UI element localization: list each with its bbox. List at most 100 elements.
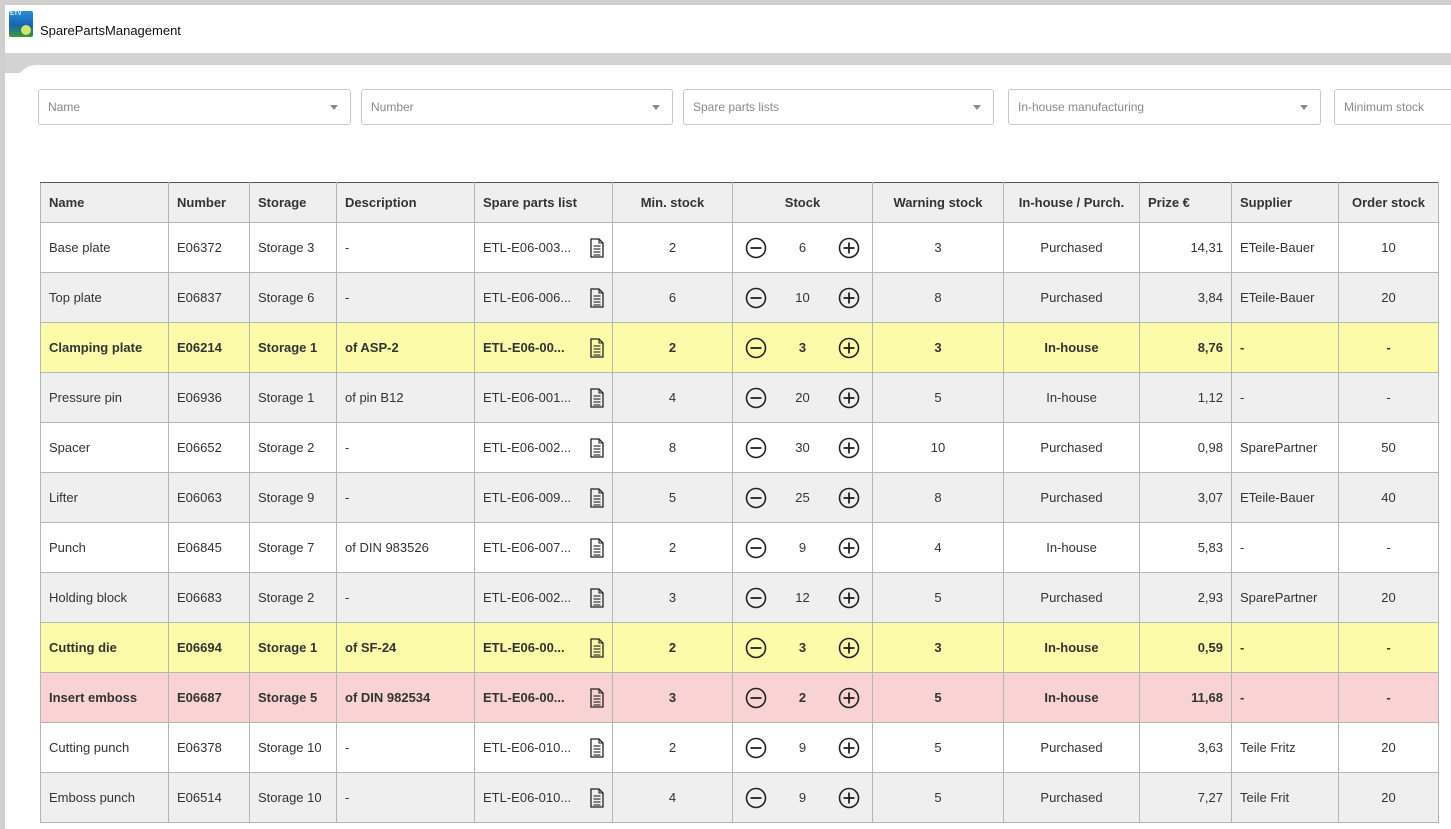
spare-parts-list-value: ETL-E06-007... bbox=[483, 540, 572, 555]
cell-number: E06845 bbox=[168, 522, 250, 573]
table-row[interactable]: Top plate E06837 Storage 6- ETL-E06-006... 6… bbox=[40, 272, 1439, 323]
plus-circle-icon[interactable] bbox=[838, 487, 860, 509]
column-header-number[interactable]: Number bbox=[168, 182, 250, 223]
cell-warning-stock: 3 bbox=[872, 222, 1004, 273]
document-icon[interactable] bbox=[590, 787, 604, 808]
cell-spare-parts-list: ETL-E06-010... bbox=[474, 722, 613, 773]
spare-parts-list-value: ETL-E06-00... bbox=[483, 690, 565, 705]
cell-number: E06378 bbox=[168, 722, 250, 773]
minus-circle-icon[interactable] bbox=[745, 237, 767, 259]
document-icon[interactable] bbox=[590, 437, 604, 458]
cell-order-stock: - bbox=[1338, 622, 1439, 673]
table-row[interactable]: Cutting die E06694 Storage 1 of SF-24 ETL-E0… bbox=[40, 622, 1439, 673]
cell-stock: 25 bbox=[732, 472, 873, 523]
column-header-description[interactable]: Description bbox=[336, 182, 475, 223]
cell-spare-parts-list: ETL-E06-010... bbox=[474, 772, 613, 823]
plus-circle-icon[interactable] bbox=[838, 687, 860, 709]
table-row[interactable]: Cutting punch E06378 Storage 10- ETL-E06-01… bbox=[40, 722, 1439, 773]
plus-circle-icon[interactable] bbox=[838, 387, 860, 409]
column-header-warning-stock[interactable]: Warning stock bbox=[872, 182, 1004, 223]
cell-supplier: ETeile-Bauer bbox=[1231, 222, 1339, 273]
filter-name-placeholder: Name bbox=[48, 100, 81, 114]
table-row[interactable]: Base plate E06372 Storage 3- ETL-E06-003...… bbox=[40, 222, 1439, 273]
document-icon[interactable] bbox=[590, 287, 604, 308]
cell-min-stock: 4 bbox=[612, 372, 733, 423]
document-icon[interactable] bbox=[590, 537, 604, 558]
document-icon[interactable] bbox=[590, 637, 604, 658]
table-row[interactable]: Lifter E06063 Storage 9- ETL-E06-009... 5 25 8… bbox=[40, 472, 1439, 523]
table-row[interactable]: Clamping plate E06214 Storage 1 of ASP-2 ETL… bbox=[40, 322, 1439, 373]
table-row[interactable]: Insert emboss E06687 Storage 5 of DIN 98253… bbox=[40, 672, 1439, 723]
document-icon[interactable] bbox=[590, 387, 604, 408]
cell-warning-stock: 5 bbox=[872, 722, 1004, 773]
column-header-spare-parts-list[interactable]: Spare parts list bbox=[474, 182, 613, 223]
plus-circle-icon[interactable] bbox=[838, 337, 860, 359]
minus-circle-icon[interactable] bbox=[745, 337, 767, 359]
column-header-order-stock[interactable]: Order stock bbox=[1338, 182, 1439, 223]
column-header-prize[interactable]: Prize € bbox=[1139, 182, 1232, 223]
document-icon[interactable] bbox=[590, 737, 604, 758]
minus-circle-icon[interactable] bbox=[745, 637, 767, 659]
minus-circle-icon[interactable] bbox=[745, 687, 767, 709]
cell-description: - bbox=[336, 722, 475, 773]
minus-circle-icon[interactable] bbox=[745, 787, 767, 809]
cell-spare-parts-list: ETL-E06-00... bbox=[474, 322, 613, 373]
cell-description: of SF-24 bbox=[336, 622, 475, 673]
cell-supplier: ETeile-Bauer bbox=[1231, 272, 1339, 323]
minus-circle-icon[interactable] bbox=[745, 587, 767, 609]
table-row[interactable]: Emboss punch E06514 Storage 10- ETL-E06-010… bbox=[40, 772, 1439, 823]
plus-circle-icon[interactable] bbox=[838, 737, 860, 759]
cell-storage: Storage 7 bbox=[249, 522, 337, 573]
filter-name-dropdown[interactable]: Name bbox=[38, 89, 351, 125]
cell-storage: Storage 3 bbox=[249, 222, 337, 273]
cell-spare-parts-list: ETL-E06-001... bbox=[474, 372, 613, 423]
column-header-storage[interactable]: Storage bbox=[249, 182, 337, 223]
plus-circle-icon[interactable] bbox=[838, 237, 860, 259]
cell-in-house-purch: In-house bbox=[1003, 372, 1140, 423]
plus-circle-icon[interactable] bbox=[838, 287, 860, 309]
plus-circle-icon[interactable] bbox=[838, 637, 860, 659]
column-header-min-stock[interactable]: Min. stock bbox=[612, 182, 733, 223]
cell-in-house-purch: Purchased bbox=[1003, 472, 1140, 523]
minus-circle-icon[interactable] bbox=[745, 537, 767, 559]
plus-circle-icon[interactable] bbox=[838, 787, 860, 809]
plus-circle-icon[interactable] bbox=[838, 587, 860, 609]
spare-parts-list-value: ETL-E06-002... bbox=[483, 440, 572, 455]
document-icon[interactable] bbox=[590, 587, 604, 608]
minus-circle-icon[interactable] bbox=[745, 737, 767, 759]
column-header-name[interactable]: Name bbox=[40, 182, 169, 223]
minus-circle-icon[interactable] bbox=[745, 437, 767, 459]
minus-circle-icon[interactable] bbox=[745, 487, 767, 509]
filter-spare-parts-lists-dropdown[interactable]: Spare parts lists bbox=[683, 89, 994, 125]
plus-circle-icon[interactable] bbox=[838, 537, 860, 559]
cell-description: of DIN 983526 bbox=[336, 522, 475, 573]
cell-in-house-purch: Purchased bbox=[1003, 772, 1140, 823]
cell-spare-parts-list: ETL-E06-002... bbox=[474, 572, 613, 623]
document-icon[interactable] bbox=[590, 487, 604, 508]
table-row[interactable]: Pressure pin E06936 Storage 1 of pin B12 ETL… bbox=[40, 372, 1439, 423]
column-header-stock[interactable]: Stock bbox=[732, 182, 873, 223]
column-header-supplier[interactable]: Supplier bbox=[1231, 182, 1339, 223]
filter-in-house-dropdown[interactable]: In-house manufacturing bbox=[1008, 89, 1321, 125]
cell-name: Insert emboss bbox=[40, 672, 169, 723]
cell-description: - bbox=[336, 222, 475, 273]
filter-spare-parts-lists-placeholder: Spare parts lists bbox=[693, 100, 780, 114]
table-row[interactable]: Spacer E06652 Storage 2- ETL-E06-002... 8 30 1… bbox=[40, 422, 1439, 473]
filter-minimum-stock-dropdown[interactable]: Minimum stock bbox=[1334, 89, 1451, 125]
minus-circle-icon[interactable] bbox=[745, 387, 767, 409]
document-icon[interactable] bbox=[590, 237, 604, 258]
stock-value: 20 bbox=[795, 390, 810, 405]
filter-number-dropdown[interactable]: Number bbox=[361, 89, 673, 125]
cell-order-stock: 20 bbox=[1338, 722, 1439, 773]
table-row[interactable]: Punch E06845 Storage 7 of DIN 983526 ETL-E06… bbox=[40, 522, 1439, 573]
document-icon[interactable] bbox=[590, 687, 604, 708]
table-row[interactable]: Holding block E06683 Storage 2- ETL-E06-002… bbox=[40, 572, 1439, 623]
minus-circle-icon[interactable] bbox=[745, 287, 767, 309]
document-icon[interactable] bbox=[590, 337, 604, 358]
column-header-in-house-purch[interactable]: In-house / Purch. bbox=[1003, 182, 1140, 223]
cell-order-stock: - bbox=[1338, 372, 1439, 423]
cell-storage: Storage 5 bbox=[249, 672, 337, 723]
stock-value: 6 bbox=[798, 240, 807, 255]
plus-circle-icon[interactable] bbox=[838, 437, 860, 459]
cell-min-stock: 3 bbox=[612, 572, 733, 623]
